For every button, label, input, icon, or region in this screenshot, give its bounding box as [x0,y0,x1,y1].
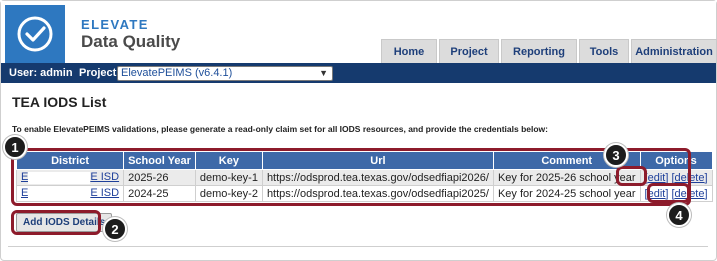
edit-link[interactable]: [edit] [645,172,669,184]
url-cell: https://odsprod.tea.texas.gov/odsedfiapi… [261,185,494,202]
col-school-year: School Year [123,151,196,170]
iods-table-wrapper: District School Year Key Url Comment Opt… [15,151,713,202]
comment-cell: Key for 2025-26 school year [492,169,641,186]
callout-badge-4: 4 [667,203,691,227]
brand-name: ELEVATE [81,17,149,32]
table-row: EE ISD 2024-25 demo-key-2 https://odspro… [15,185,713,202]
delete-link[interactable]: [delete] [671,188,707,200]
edit-link[interactable]: [edit] [645,188,669,200]
district-cell: EE ISD [15,185,125,202]
district-cell: EE ISD [15,169,125,186]
main-nav: Home Project Reporting Tools Administrat… [379,39,717,63]
product-name: Data Quality [81,32,181,51]
footer-divider [8,246,708,247]
user-bar: User: admin Project: ElevatePEIMS (v6.4.… [1,63,716,83]
nav-tab-tools[interactable]: Tools [579,39,629,63]
nav-tab-home[interactable]: Home [381,39,437,63]
school-year-cell: 2025-26 [123,169,196,186]
school-year-cell: 2024-25 [123,185,196,202]
options-cell: [edit] [delete] [639,169,713,186]
callout-badge-2: 2 [103,217,127,241]
district-link[interactable]: EE ISD [21,187,119,200]
redacted-block [28,171,91,184]
callout-badge-1: 1 [3,135,27,159]
col-options: Options [639,151,713,170]
delete-link[interactable]: [delete] [671,172,707,184]
nav-tab-reporting[interactable]: Reporting [501,39,577,63]
col-url: Url [261,151,494,170]
project-select[interactable]: ElevatePEIMS (v6.4.1) ▼ [117,66,333,81]
instruction-text: To enable ElevatePEIMS validations, plea… [12,124,548,134]
url-cell: https://odsprod.tea.texas.gov/odsedfiapi… [261,169,494,186]
current-user: User: admin [9,67,73,79]
redacted-block [28,187,91,200]
add-iods-details-button[interactable]: Add IODS Details [16,213,113,232]
key-cell: demo-key-2 [194,185,263,202]
district-link[interactable]: EE ISD [21,171,119,184]
col-key: Key [194,151,263,170]
key-cell: demo-key-1 [194,169,263,186]
chevron-down-icon: ▼ [319,68,328,78]
checkmark-circle-icon [5,5,65,63]
app-header: ELEVATE Data Quality Home Project Report… [1,1,717,63]
project-label: Project: [79,67,120,79]
callout-badge-3: 3 [604,143,628,167]
nav-tab-administration[interactable]: Administration [631,39,717,63]
nav-tab-project[interactable]: Project [439,39,499,63]
comment-cell: Key for 2024-25 school year [492,185,641,202]
options-cell: [edit] [delete] [639,185,713,202]
table-row: EE ISD 2025-26 demo-key-1 https://odspro… [15,169,713,186]
col-district: District [15,151,125,170]
project-select-value: ElevatePEIMS (v6.4.1) [121,67,233,79]
page-title: TEA IODS List [12,94,107,110]
